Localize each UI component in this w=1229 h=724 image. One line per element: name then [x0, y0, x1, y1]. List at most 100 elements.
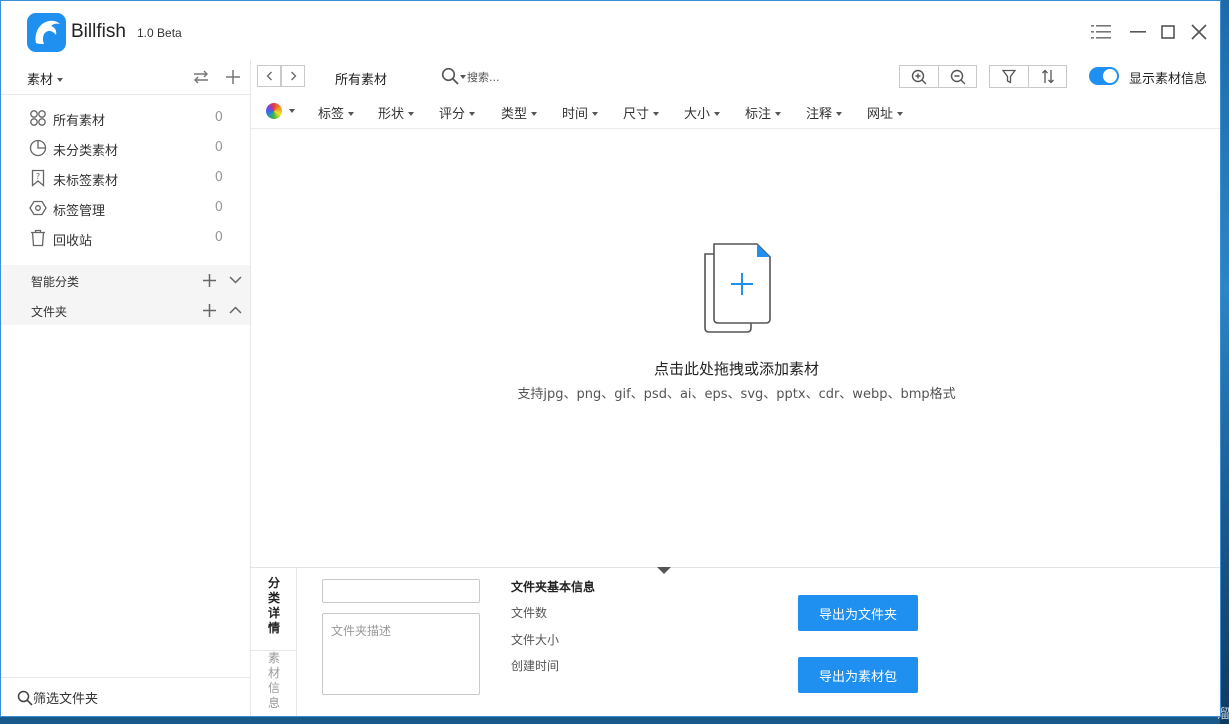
sidebar-item-label: 未分类素材 — [53, 140, 118, 159]
back-button[interactable] — [257, 65, 281, 87]
filter-shape[interactable]: 形状 — [378, 103, 414, 122]
filter-bar: 标签 形状 评分 类型 时间 尺寸 大小 标注 注释 网址 — [251, 93, 1221, 129]
sidebar-item-all-assets[interactable]: 所有素材 0 — [1, 103, 250, 133]
search-icon[interactable] — [441, 67, 459, 85]
folder-name-input[interactable] — [322, 579, 480, 603]
sidebar-item-count: 0 — [215, 200, 223, 215]
sidebar: 素材 所有素材 0 — [1, 59, 251, 717]
minimize-icon — [1130, 24, 1146, 40]
tab-asset-info[interactable]: 素 材 信 息 — [251, 650, 297, 716]
grid-icon — [29, 109, 47, 127]
dropzone-subtitle: 支持jpg、png、gif、psd、ai、eps、svg、pptx、cdr、we… — [251, 383, 1221, 402]
search-scope-caret-icon[interactable] — [460, 75, 466, 79]
forward-button[interactable] — [281, 65, 305, 87]
search-box — [441, 66, 641, 88]
chevron-up-icon — [229, 306, 242, 314]
main-toolbar: 所有素材 — [251, 59, 1221, 93]
filter-type[interactable]: 类型 — [501, 103, 537, 122]
folder-description-input[interactable] — [322, 613, 480, 695]
show-info-toggle[interactable] — [1089, 67, 1119, 85]
caret-down-icon — [897, 112, 903, 116]
dropzone-title: 点击此处拖拽或添加素材 — [251, 358, 1221, 379]
library-dropdown-label: 素材 — [27, 73, 53, 88]
app-logo — [27, 13, 66, 52]
caret-down-icon — [469, 112, 475, 116]
filter-tag[interactable]: 标签 — [318, 103, 354, 122]
maximize-button[interactable] — [1155, 19, 1181, 45]
switch-library-button[interactable] — [191, 67, 211, 87]
dolphin-icon — [27, 13, 66, 52]
filter-url[interactable]: 网址 — [867, 103, 903, 122]
export-as-package-button[interactable]: 导出为素材包 — [798, 657, 918, 693]
expand-smart-category-button[interactable] — [226, 271, 244, 289]
chevron-left-icon — [266, 71, 273, 81]
details-tabs: 分 类 详 情 素 材 信 息 — [251, 568, 297, 717]
search-icon — [17, 690, 33, 706]
caret-down-icon — [592, 112, 598, 116]
filter-label: 注释 — [806, 107, 832, 122]
sidebar-item-count: 0 — [215, 230, 223, 245]
filter-annotation[interactable]: 标注 — [745, 103, 781, 122]
swap-icon — [193, 70, 209, 84]
tab-char: 信 — [251, 681, 297, 696]
minimize-button[interactable] — [1125, 19, 1151, 45]
zoom-in-button[interactable] — [900, 66, 938, 87]
section-smart-categories[interactable]: 智能分类 — [1, 265, 250, 295]
plus-icon — [203, 274, 216, 287]
plus-icon — [226, 70, 240, 84]
tab-char: 息 — [251, 696, 297, 711]
filter-rating[interactable]: 评分 — [439, 103, 475, 122]
filter-size[interactable]: 大小 — [684, 103, 720, 122]
add-library-button[interactable] — [223, 67, 243, 87]
filter-sort-group — [989, 65, 1067, 88]
color-filter-icon[interactable] — [266, 103, 282, 119]
collapse-panel-icon[interactable] — [657, 567, 671, 574]
sidebar-item-count: 0 — [215, 110, 223, 125]
add-smart-category-button[interactable] — [200, 271, 218, 289]
add-files-icon — [691, 240, 781, 340]
info-file-size-label: 文件大小 — [511, 631, 559, 648]
desktop-background — [1220, 0, 1229, 724]
tab-char: 类 — [251, 591, 297, 606]
sidebar-header: 素材 — [1, 59, 250, 95]
sort-button[interactable] — [1028, 66, 1066, 87]
section-folders[interactable]: 文件夹 — [1, 295, 250, 325]
filter-notes[interactable]: 注释 — [806, 103, 842, 122]
tab-category-details[interactable]: 分 类 详 情 — [251, 576, 297, 642]
filter-label: 大小 — [684, 107, 710, 122]
export-as-folder-button[interactable]: 导出为文件夹 — [798, 595, 918, 631]
filter-button[interactable] — [990, 66, 1028, 87]
svg-text:?: ? — [36, 172, 40, 181]
app-name: Billfish — [71, 21, 126, 43]
app-window: Billfish 1.0 Beta 素材 — [0, 0, 1221, 717]
search-input[interactable] — [467, 68, 637, 86]
caret-down-icon — [348, 112, 354, 116]
sidebar-item-untagged[interactable]: ? 未标签素材 0 — [1, 163, 250, 193]
folder-filter-input[interactable] — [33, 689, 233, 709]
collapse-folders-button[interactable] — [226, 301, 244, 319]
tag-icon — [29, 199, 47, 217]
plus-icon — [203, 304, 216, 317]
filter-label: 类型 — [501, 107, 527, 122]
zoom-group — [899, 65, 977, 88]
caret-down-icon — [57, 78, 63, 82]
filter-label: 网址 — [867, 107, 893, 122]
filter-label: 尺寸 — [623, 107, 649, 122]
filter-time[interactable]: 时间 — [562, 103, 598, 122]
sidebar-item-tag-manager[interactable]: 标签管理 0 — [1, 193, 250, 223]
app-version: 1.0 Beta — [137, 26, 182, 40]
details-panel: 分 类 详 情 素 材 信 息 文件夹基本信息 文件数 文件大小 创建时间 导出… — [251, 567, 1221, 717]
zoom-out-button[interactable] — [938, 66, 976, 87]
sidebar-item-uncategorized[interactable]: 未分类素材 0 — [1, 133, 250, 163]
menu-button[interactable] — [1088, 19, 1114, 45]
add-asset-dropzone[interactable] — [691, 240, 781, 340]
caret-down-icon — [775, 112, 781, 116]
close-button[interactable] — [1186, 19, 1212, 45]
folder-filter — [1, 677, 250, 717]
sidebar-item-trash[interactable]: 回收站 0 — [1, 223, 250, 253]
filter-dimensions[interactable]: 尺寸 — [623, 103, 659, 122]
tab-char: 材 — [251, 666, 297, 681]
add-folder-button[interactable] — [200, 301, 218, 319]
library-dropdown[interactable]: 素材 — [27, 69, 63, 88]
filter-label: 标注 — [745, 107, 771, 122]
